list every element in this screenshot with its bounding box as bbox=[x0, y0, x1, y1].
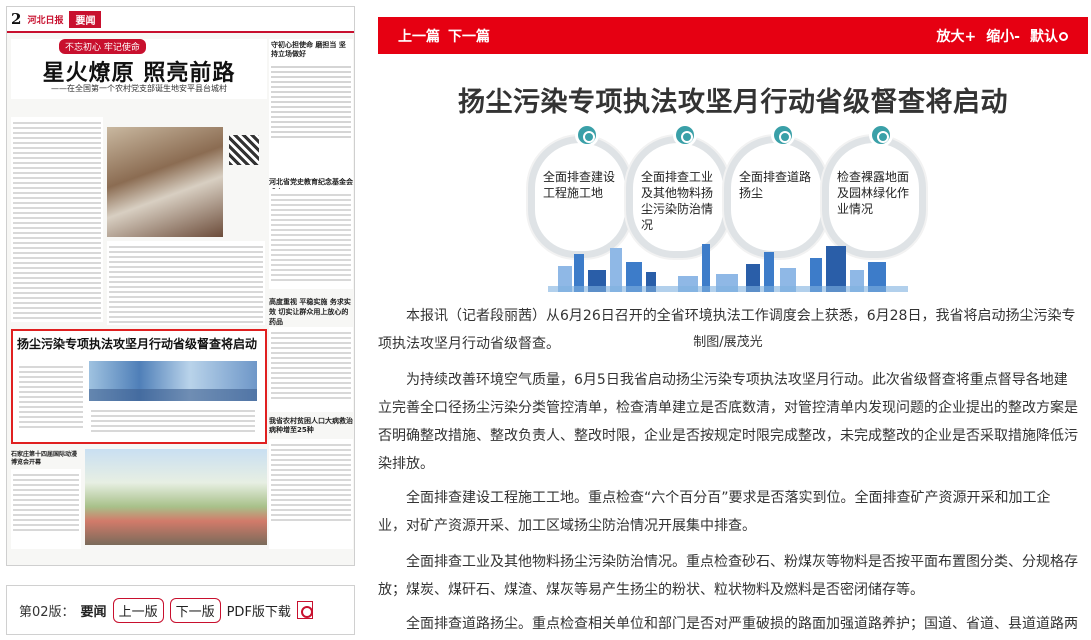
article-paragraph: 全面排查道路扬尘。重点检查相关单位和部门是否对严重破损的路面加强道路养护；国道、… bbox=[406, 616, 1078, 632]
article-paragraph: 全面排查建设工程施工工地。重点检查“六个百分百”要求是否落实到位。全面排查矿产资… bbox=[378, 490, 1051, 534]
side-head-1: 守初心担使命 磨担当 坚持立场做好 bbox=[271, 41, 346, 58]
article-paragraph: 全面排查工业及其他物料扬尘污染防治情况。重点检查砂石、粉煤灰等物料是否按平面布置… bbox=[378, 554, 1078, 598]
column-text bbox=[269, 189, 353, 289]
location-pin-icon bbox=[673, 123, 697, 147]
city-skyline-graphic bbox=[548, 242, 908, 292]
page-pager: 第02版： 要闻 上一版 下一版 PDF版下载 bbox=[6, 585, 355, 635]
column-text bbox=[269, 327, 353, 412]
location-pin-icon bbox=[575, 123, 599, 147]
next-article-link[interactable]: 下一篇 bbox=[448, 26, 490, 46]
article-toolbar: 上一篇 下一篇 放大+ 缩小- 默认 bbox=[378, 17, 1088, 54]
bottom-photo bbox=[85, 449, 267, 545]
highlight-infographic-thumb bbox=[89, 361, 257, 401]
qr-code bbox=[229, 135, 259, 165]
newspaper-logo: 河北日报 bbox=[27, 15, 64, 26]
infographic-item-text: 全面排查建设工程施工地 bbox=[543, 170, 616, 200]
infographic-item-text: 检查裸露地面及园林绿化作业情况 bbox=[837, 170, 910, 216]
prev-article-link[interactable]: 上一篇 bbox=[398, 26, 440, 46]
infographic-item: 全面排查道路扬尘 bbox=[724, 123, 828, 258]
side-head-5[interactable]: 石家庄第十四届国际动漫博览会开幕 bbox=[11, 451, 81, 467]
column-text bbox=[11, 469, 81, 549]
column-text bbox=[11, 117, 103, 322]
edition-name: 要闻 bbox=[80, 604, 107, 620]
pdf-download-link[interactable]: PDF版下载 bbox=[227, 601, 291, 620]
infographic-item-text: 全面排查道路扬尘 bbox=[739, 170, 812, 200]
reset-circle-icon bbox=[1059, 32, 1068, 41]
highlight-title: 扬尘污染专项执法攻坚月行动省级督查将启动 bbox=[17, 337, 258, 351]
column-text bbox=[269, 439, 353, 549]
side-head-3[interactable]: 高度重视 平稳实施 务求实效 切实让群众用上放心的药品 bbox=[269, 297, 353, 327]
side-text-lines bbox=[269, 61, 353, 143]
infographic-item: 全面排查建设工程施工地 bbox=[528, 123, 632, 258]
article-infographic: 全面排查建设工程施工地 全面排查工业及其他物料扬尘污染防治情况 全面排查道路扬尘… bbox=[528, 123, 928, 350]
next-page-button[interactable]: 下一版 bbox=[169, 597, 221, 623]
lead-story[interactable]: 不忘初心 牢记使命 星火燎原 照亮前路 ——在全国第一个农村党支部诞生地安平县台… bbox=[11, 39, 267, 99]
pdf-icon[interactable] bbox=[296, 601, 313, 619]
article-body: 扬尘污染专项执法攻坚月行动省级督查将启动 全面排查建设工程施工地 全面排查工业及… bbox=[378, 54, 1088, 640]
infographic-item-text: 全面排查工业及其他物料扬尘污染防治情况 bbox=[641, 170, 714, 232]
side-story-1[interactable]: 守初心担使命 磨担当 坚持立场做好 bbox=[269, 39, 353, 189]
zoom-in-button[interactable]: 放大+ bbox=[936, 26, 976, 46]
default-size-label: 默认 bbox=[1030, 28, 1058, 45]
page-section-badge: 要闻 bbox=[69, 10, 102, 28]
page-header: 2 河北日报 要闻 bbox=[7, 7, 354, 33]
zoom-out-button[interactable]: 缩小- bbox=[986, 26, 1020, 46]
column-text bbox=[89, 405, 257, 441]
edition-label: 第02版： bbox=[19, 604, 75, 620]
newspaper-page-image[interactable]: 2 河北日报 要闻 不忘初心 牢记使命 星火燎原 照亮前路 ——在全国第一个农村… bbox=[6, 6, 355, 566]
location-pin-icon bbox=[869, 123, 893, 147]
newspaper-panel: 2 河北日报 要闻 不忘初心 牢记使命 星火燎原 照亮前路 ——在全国第一个农村… bbox=[0, 0, 362, 640]
article-title: 扬尘污染专项执法攻坚月行动省级督查将启动 bbox=[458, 87, 1008, 118]
side-head-4[interactable]: 我省农村贫困人口大病救治病种增至25种 bbox=[269, 417, 353, 435]
column-text bbox=[107, 241, 265, 325]
lead-subtitle: ——在全国第一个农村党支部诞生地安平县台城村 bbox=[51, 84, 227, 93]
location-pin-icon bbox=[771, 123, 795, 147]
article-paragraph: 为持续改善环境空气质量，6月5日我省启动扬尘污染专项执法攻坚月行动。此次省级督查… bbox=[378, 372, 1078, 472]
lead-tag: 不忘初心 牢记使命 bbox=[59, 39, 146, 54]
infographic-item: 全面排查工业及其他物料扬尘污染防治情况 bbox=[626, 123, 730, 258]
prev-page-button[interactable]: 上一版 bbox=[112, 597, 164, 623]
infographic-item: 检查裸露地面及园林绿化作业情况 bbox=[822, 123, 926, 258]
page-number: 2 bbox=[11, 10, 22, 28]
column-text bbox=[17, 361, 85, 441]
lead-photo bbox=[107, 127, 223, 237]
article-paragraph: 本报讯（记者段丽茜）从6月26日召开的全省环境执法工作调度会上获悉，6月28日，… bbox=[378, 308, 1076, 352]
selected-article-highlight[interactable]: 扬尘污染专项执法攻坚月行动省级督查将启动 bbox=[11, 329, 267, 444]
default-size-button[interactable]: 默认 bbox=[1030, 26, 1068, 46]
